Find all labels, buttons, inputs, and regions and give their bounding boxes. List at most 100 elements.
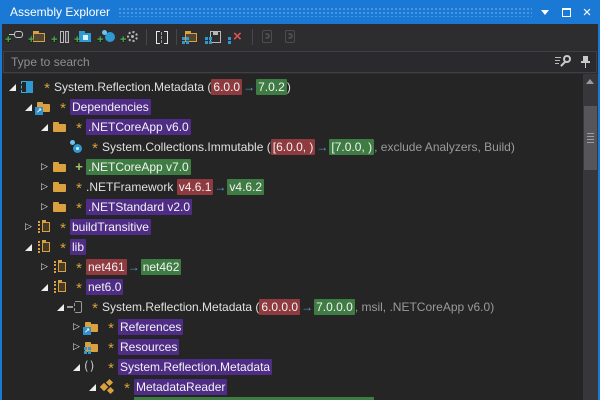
search-options-button[interactable] [554,53,572,71]
folder-icon [51,118,69,136]
tree-row[interactable]: ▷↗*References [2,317,581,337]
scroll-thumb[interactable] [584,106,597,170]
window-body: ++++++× *System.Reflection.Metadata (6.0… [0,24,600,400]
modified-marker: * [72,177,86,198]
add-from-gac-button[interactable]: + [51,26,74,48]
nuget-package-icon [19,78,37,96]
expander-icon[interactable]: ▷ [70,337,83,357]
tree-row[interactable]: *System.Collections.Immutable ([6.0.0, )… [2,137,581,157]
search-box[interactable] [3,51,597,73]
tree-row[interactable]: ▷+.NETCoreApp v7.0 [2,157,581,177]
attach-to-process-button[interactable]: + [120,26,143,48]
tree-row[interactable]: *MetadataReader [2,377,581,397]
titlebar[interactable]: Assembly Explorer × [0,0,600,24]
expander-icon[interactable] [38,117,51,137]
modified-marker: * [104,317,118,338]
tree-row[interactable]: *System.Reflection.Metadata (6.0.0→7.0.2… [2,77,581,97]
tree-row[interactable]: *System.Reflection.Metadata (6.0.0.0→7.0… [2,297,581,317]
open-assembly-list-button[interactable] [180,26,203,48]
tree-row-text-segment: MetadataReader [134,379,227,395]
modified-marker: * [56,237,70,258]
window-title: Assembly Explorer [0,5,110,19]
tree-row-text-segment: [6.0.0, ) [271,139,316,155]
tree-row-text-segment: → [315,140,329,154]
tree-row[interactable]: *.NETCoreApp v6.0 [2,117,581,137]
expander-icon[interactable]: ▷ [38,177,51,197]
open-from-folder-icon: + [75,28,93,46]
tree-row[interactable]: ()*System.Reflection.Metadata [2,357,581,377]
package-folder-icon [51,278,69,296]
expander-icon[interactable] [54,297,67,317]
generate-pdb-button[interactable] [256,26,279,48]
search-input[interactable] [4,55,554,69]
tree-row-text-segment: → [242,80,256,94]
modified-marker: * [72,277,86,298]
expander-icon[interactable] [22,97,35,117]
open-folder-button[interactable]: + [28,26,51,48]
add-from-nuget-button[interactable]: + [97,26,120,48]
folder-icon [51,198,69,216]
expander-icon[interactable] [38,277,51,297]
expander-icon[interactable]: ▷ [70,317,83,337]
modified-marker: * [120,377,134,398]
tree-row[interactable]: *lib [2,237,581,257]
toolbar-separator [252,29,253,45]
titlebar-drag-pattern [118,7,532,17]
tree-row-text-segment: 6.0.0.0 [259,299,300,315]
tree-row-text-segment: System.Reflection.Metadata ( [54,80,211,94]
pdb-icon [280,28,298,46]
modified-marker: * [72,117,86,138]
pdb-icon [257,28,275,46]
tree-row-text-segment: → [213,180,227,194]
show-sources-button[interactable] [150,26,173,48]
tree-row[interactable]: *net6.0 [2,277,581,297]
scroll-thumb-grip [587,133,594,144]
assembly-tree[interactable]: *System.Reflection.Metadata (6.0.0→7.0.2… [2,74,581,400]
resources-icon [83,338,101,356]
close-button[interactable]: × [580,4,594,20]
tree-row-text-segment: , msil, .NETCoreApp v6.0) [355,300,494,314]
tree-row[interactable]: ▷*.NETStandard v2.0 [2,197,581,217]
tree-row-text-segment: , exclude Analyzers, Build) [374,140,515,154]
expander-icon[interactable] [22,237,35,257]
expander-icon[interactable] [86,377,99,397]
add-assembly-button[interactable]: + [5,26,28,48]
tree-row[interactable]: ▷*buildTransitive [2,217,581,237]
tree-row-text-segment: net6.0 [86,279,123,295]
tree-row-text-segment: lib [70,239,86,255]
tree-row-text-segment: → [127,260,141,274]
tree-row[interactable]: ▷*.NETFramework v4.6.1→v4.6.2 [2,177,581,197]
add-from-nuget-icon: + [98,28,116,46]
tree-row[interactable]: ▷*net461→net462 [2,257,581,277]
tree-row-text-segment: .NETCoreApp v6.0 [86,119,191,135]
folder-icon [51,158,69,176]
pin-button[interactable] [575,53,593,71]
scroll-up-icon[interactable] [586,79,594,84]
expander-icon[interactable]: ▷ [38,197,51,217]
expander-icon[interactable]: ▷ [38,157,51,177]
tree-row-text-segment: .NETStandard v2.0 [86,199,192,215]
open-folder-icon: + [29,28,47,46]
toolbar: ++++++× [2,24,598,50]
vertical-scrollbar[interactable] [583,74,598,400]
expander-icon[interactable] [6,77,19,97]
window-position-button[interactable] [538,4,552,20]
chevron-down-icon [541,10,549,15]
expander-icon[interactable] [70,357,83,377]
package-folder-icon [51,258,69,276]
modified-marker: * [104,337,118,358]
generate-pdb-alt-button[interactable] [279,26,302,48]
remove-assembly-list-button[interactable]: × [226,26,249,48]
expander-icon[interactable]: ▷ [22,217,35,237]
tree-row-text-segment: System.Reflection.Metadata ( [102,300,259,314]
open-from-folder-button[interactable]: + [74,26,97,48]
tree-row[interactable]: ▷ *Resources [2,337,581,357]
maximize-button[interactable] [559,4,573,20]
tree-row[interactable]: ↗*Dependencies [2,97,581,117]
close-icon: × [583,5,592,20]
package-folder-icon [35,238,53,256]
expander-icon[interactable]: ▷ [38,257,51,277]
tree-row-text-segment: Resources [118,339,179,355]
tree-row-text-segment: 7.0.0.0 [314,299,355,315]
save-assembly-list-button[interactable] [203,26,226,48]
